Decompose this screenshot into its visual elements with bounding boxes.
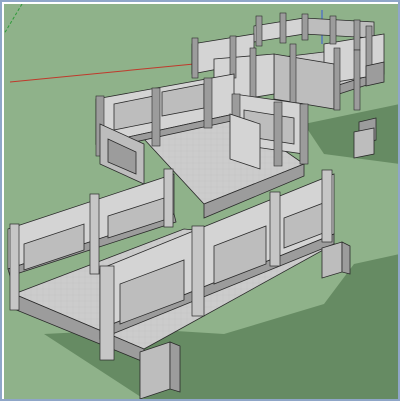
- 3d-viewport[interactable]: [4, 4, 398, 399]
- sketchup-window-frame: [0, 0, 400, 401]
- bridge-scene: [4, 4, 398, 399]
